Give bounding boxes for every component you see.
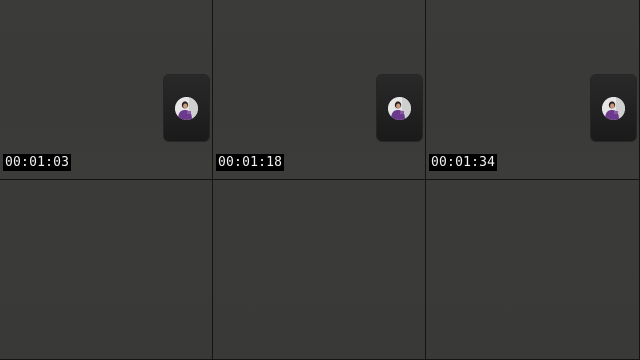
participant-thumbnail-card[interactable]	[591, 75, 636, 141]
timestamp-label: 00:01:34	[429, 154, 498, 171]
video-tile-4[interactable]	[0, 180, 213, 360]
timestamp-label: 00:01:03	[3, 154, 72, 171]
person-photo-icon	[602, 97, 625, 120]
video-tile-1[interactable]: 00:01:03	[0, 0, 213, 180]
person-photo-icon	[388, 97, 411, 120]
timestamp-label: 00:01:18	[216, 154, 285, 171]
participant-avatar	[602, 97, 625, 120]
participant-avatar	[388, 97, 411, 120]
video-tile-5[interactable]	[213, 180, 426, 360]
person-photo-icon	[175, 97, 198, 120]
participant-avatar	[175, 97, 198, 120]
video-tile-2[interactable]: 00:01:18	[213, 0, 426, 180]
video-tile-3[interactable]: 00:01:34	[426, 0, 640, 180]
video-tile-6[interactable]	[426, 180, 640, 360]
video-grid: 00:01:03 00:01:18 00:01:34	[0, 0, 640, 360]
participant-thumbnail-card[interactable]	[164, 75, 209, 141]
participant-thumbnail-card[interactable]	[377, 75, 422, 141]
